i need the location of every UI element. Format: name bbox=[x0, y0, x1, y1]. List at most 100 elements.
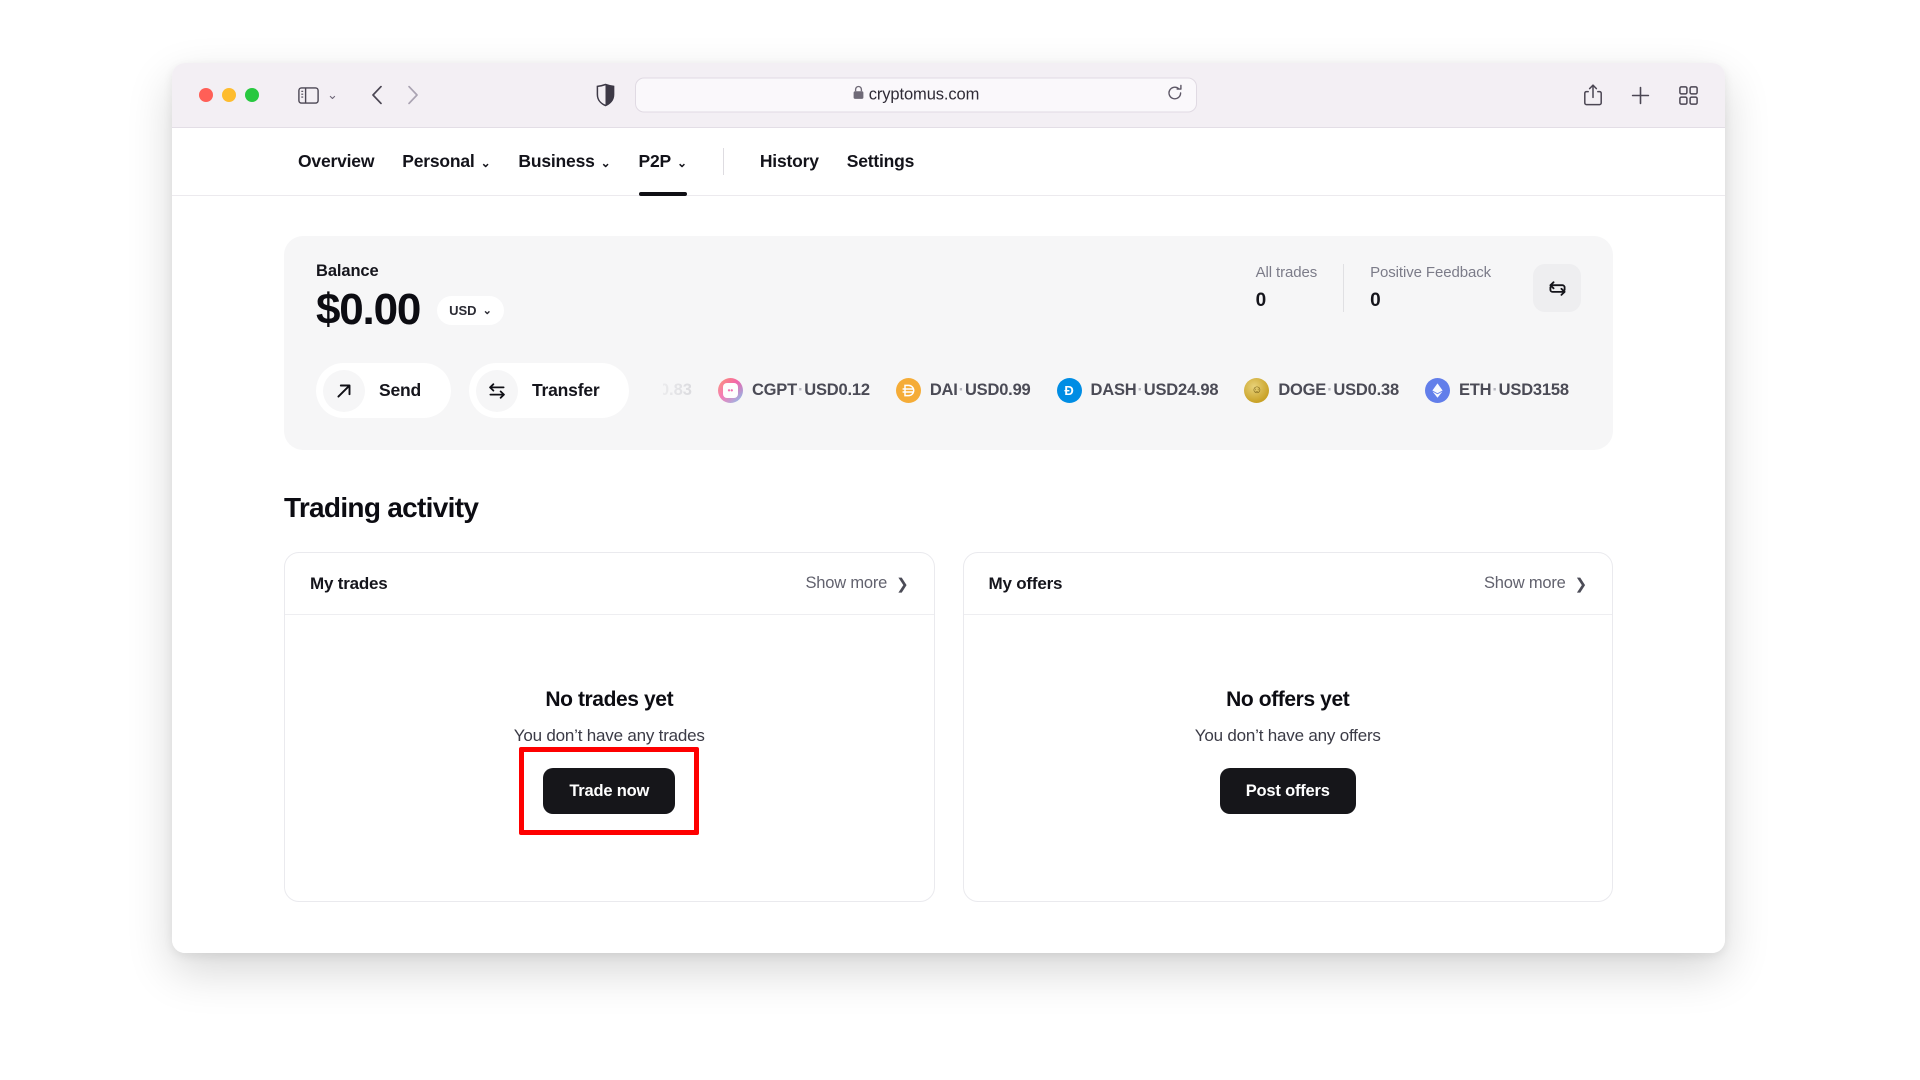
stat-label-all-trades: All trades bbox=[1255, 264, 1318, 281]
show-more-trades-label: Show more bbox=[805, 574, 888, 592]
stat-value-positive-feedback: 0 bbox=[1370, 290, 1381, 311]
balance-actions-row: Send Transfer 450.83 bbox=[316, 363, 1613, 418]
currency-value: USD bbox=[449, 302, 477, 318]
transfer-button[interactable]: Transfer bbox=[469, 363, 630, 418]
nav-label-overview: Overview bbox=[298, 151, 375, 171]
show-more-trades-link[interactable]: Show more ❯ bbox=[805, 574, 908, 593]
maximize-window-button[interactable] bbox=[245, 88, 259, 102]
reload-icon[interactable] bbox=[1167, 84, 1183, 106]
chevron-down-icon: ⌄ bbox=[676, 155, 687, 170]
nav-item-settings[interactable]: Settings bbox=[833, 128, 928, 196]
balance-card: Balance $0.00 USD ⌄ All trades 0 Positiv… bbox=[284, 236, 1613, 450]
ticker-text-dash: DASH·USD24.98 bbox=[1090, 381, 1219, 399]
nav-item-overview[interactable]: Overview bbox=[284, 128, 388, 196]
stat-label-positive-feedback: Positive Feedback bbox=[1370, 264, 1491, 281]
lock-icon bbox=[853, 85, 864, 105]
ticker-item-cgpt[interactable]: •• CGPT·USD0.12 bbox=[717, 378, 870, 403]
doge-coin-icon: ☺ bbox=[1244, 378, 1270, 403]
empty-state-offers: No offers yet You don’t have any offers … bbox=[964, 615, 1613, 901]
page-title: Trading activity bbox=[284, 492, 479, 523]
nav-label-history: History bbox=[759, 151, 819, 171]
nav-item-personal[interactable]: Personal ⌄ bbox=[388, 128, 504, 196]
transfer-label: Transfer bbox=[532, 380, 600, 400]
ticker-item-dai[interactable]: DAI·USD0.99 bbox=[895, 378, 1031, 403]
ticker-text-cgpt: CGPT·USD0.12 bbox=[751, 381, 870, 399]
empty-subtitle-trades: You don’t have any trades bbox=[513, 726, 705, 745]
nav-label-settings: Settings bbox=[846, 151, 915, 171]
plus-icon[interactable] bbox=[1631, 86, 1650, 105]
show-more-offers-link[interactable]: Show more ❯ bbox=[1484, 574, 1587, 593]
ticker-text-eth: ETH·USD3158 bbox=[1458, 381, 1569, 399]
dai-coin-icon bbox=[895, 378, 921, 403]
site-navigation: Overview Personal ⌄ Business ⌄ P2P ⌄ His… bbox=[172, 128, 1725, 196]
nav-label-personal: Personal bbox=[402, 151, 475, 171]
page-content: Balance $0.00 USD ⌄ All trades 0 Positiv… bbox=[172, 236, 1725, 953]
empty-title-offers: No offers yet bbox=[1226, 688, 1350, 711]
tab-grid-icon[interactable] bbox=[1679, 85, 1698, 105]
panel-my-offers: My offers Show more ❯ No offers yet You … bbox=[962, 552, 1613, 902]
chevron-down-icon: ⌄ bbox=[600, 155, 611, 170]
privacy-shield-icon[interactable] bbox=[596, 83, 615, 107]
send-button[interactable]: Send bbox=[316, 363, 451, 418]
post-offers-wrapper: Post offers bbox=[1219, 768, 1356, 814]
back-chevron-icon[interactable] bbox=[371, 85, 383, 105]
browser-toolbar-right bbox=[1584, 84, 1698, 106]
browser-nav-arrows bbox=[371, 85, 419, 105]
cgpt-coin-icon: •• bbox=[717, 378, 743, 403]
minimize-window-button[interactable] bbox=[222, 88, 236, 102]
nav-label-p2p: P2P bbox=[638, 151, 672, 171]
panel-title-my-offers: My offers bbox=[988, 573, 1063, 593]
ticker-text-dai: DAI·USD0.99 bbox=[929, 381, 1031, 399]
chevron-right-icon: ❯ bbox=[1574, 575, 1588, 593]
nav-label-business: Business bbox=[518, 151, 595, 171]
ticker-item-dash[interactable]: Ð DASH·USD24.98 bbox=[1056, 378, 1219, 403]
panel-my-trades: My trades Show more ❯ No trades yet You … bbox=[284, 552, 935, 902]
transfer-arrows-icon bbox=[476, 369, 518, 412]
nav-item-history[interactable]: History bbox=[746, 128, 833, 196]
crypto-price-ticker[interactable]: 450.83 •• CGPT·USD0.12 bbox=[663, 378, 1613, 403]
panel-header-my-trades: My trades Show more ❯ bbox=[285, 553, 934, 615]
panel-title-my-trades: My trades bbox=[310, 573, 388, 593]
empty-subtitle-offers: You don’t have any offers bbox=[1194, 726, 1381, 745]
chevron-right-icon: ❯ bbox=[896, 575, 909, 593]
forward-chevron-icon[interactable] bbox=[407, 85, 419, 105]
trade-now-wrapper: Trade now bbox=[519, 747, 700, 835]
ticker-item-eth[interactable]: ETH·USD3158 bbox=[1424, 378, 1569, 403]
url-hostname: cryptomus.com bbox=[868, 85, 980, 104]
activity-panels: My trades Show more ❯ No trades yet You … bbox=[284, 552, 1613, 902]
stat-all-trades: All trades 0 bbox=[1230, 264, 1344, 312]
eth-coin-icon bbox=[1424, 378, 1450, 403]
show-more-offers-label: Show more bbox=[1483, 574, 1566, 592]
url-bar[interactable]: cryptomus.com bbox=[635, 77, 1197, 113]
browser-titlebar: ⌄ cryptomus.com bbox=[172, 63, 1725, 128]
trade-now-button[interactable]: Trade now bbox=[543, 768, 676, 814]
arrow-up-right-icon bbox=[323, 369, 365, 412]
ticker-item-doge[interactable]: ☺ DOGE·USD0.38 bbox=[1244, 378, 1399, 403]
window-traffic-lights bbox=[199, 88, 259, 102]
chevron-down-icon: ⌄ bbox=[482, 304, 492, 317]
empty-title-trades: No trades yet bbox=[545, 688, 674, 711]
stat-value-all-trades: 0 bbox=[1255, 290, 1267, 311]
nav-divider bbox=[722, 148, 724, 175]
post-offers-button[interactable]: Post offers bbox=[1219, 768, 1356, 814]
dash-coin-icon: Ð bbox=[1056, 378, 1082, 403]
sidebar-dropdown-chevron-icon[interactable]: ⌄ bbox=[327, 87, 338, 103]
close-window-button[interactable] bbox=[199, 88, 213, 102]
currency-selector[interactable]: USD ⌄ bbox=[437, 295, 504, 325]
balance-amount: $0.00 bbox=[316, 285, 421, 334]
nav-item-business[interactable]: Business ⌄ bbox=[504, 128, 624, 196]
ticker-partial-price: 450.83 bbox=[663, 381, 692, 399]
share-icon[interactable] bbox=[1584, 84, 1602, 106]
nav-item-p2p[interactable]: P2P ⌄ bbox=[625, 128, 701, 196]
ticker-text-doge: DOGE·USD0.38 bbox=[1278, 381, 1399, 399]
send-label: Send bbox=[379, 380, 421, 400]
url-text-container: cryptomus.com bbox=[853, 85, 980, 105]
sidebar-toggle-icon[interactable] bbox=[298, 86, 319, 104]
stat-positive-feedback: Positive Feedback 0 bbox=[1343, 264, 1517, 312]
browser-window: ⌄ cryptomus.com Overview Personal ⌄ Busi… bbox=[172, 63, 1725, 953]
panel-header-my-offers: My offers Show more ❯ bbox=[963, 553, 1612, 615]
trade-stats: All trades 0 Positive Feedback 0 bbox=[1230, 264, 1581, 312]
empty-state-trades: No trades yet You don’t have any trades … bbox=[285, 615, 934, 901]
chevron-down-icon: ⌄ bbox=[480, 155, 491, 170]
swap-arrows-icon[interactable] bbox=[1533, 264, 1581, 312]
